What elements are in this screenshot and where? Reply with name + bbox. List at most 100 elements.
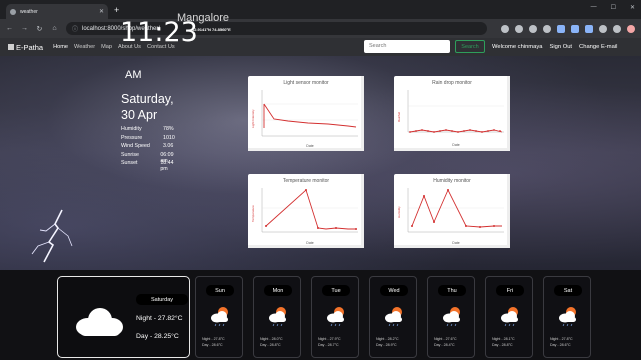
- forecast-day-temp: Day - 28.8°C: [260, 343, 281, 347]
- forecast-day-pill: Mon: [264, 285, 292, 296]
- forecast-card[interactable]: Mon Night - 28.0°C Day - 28.8°C: [253, 276, 301, 358]
- horizontal-scrollbar[interactable]: [248, 245, 364, 248]
- stat-sunrise: Sunrise 06:09 am: [121, 151, 174, 164]
- close-window-icon[interactable]: ✕: [630, 4, 635, 11]
- today-card[interactable]: Saturday Night - 27.82°C Day - 28.25°C: [57, 276, 190, 358]
- vertical-scrollbar[interactable]: [507, 174, 510, 248]
- forecast-day-temp: Day - 28.9°C: [376, 343, 397, 347]
- stat-wind-speed: Wind Speed 3.06: [121, 143, 174, 149]
- home-icon[interactable]: ⌂: [51, 25, 58, 32]
- svg-text:Humidity: Humidity: [397, 206, 401, 218]
- weather-stats: Humidity 78% Pressure 1010 Wind Speed 3.06 …: [121, 126, 181, 172]
- svg-text:Light Intensity: Light Intensity: [251, 109, 255, 128]
- extension-icon[interactable]: [556, 24, 565, 33]
- forecast-card[interactable]: Thu Night - 27.6°C Day - 28.4°C: [427, 276, 475, 358]
- search-input[interactable]: Search: [364, 40, 450, 53]
- light-chart: Light Intensity Date: [251, 90, 358, 148]
- temperature-chart: Temperature Date: [251, 188, 358, 245]
- sign-out-link[interactable]: Sign Out: [549, 44, 572, 50]
- forecast-day-temp: Day - 28.7°C: [318, 343, 339, 347]
- sidebar-icon[interactable]: [612, 24, 621, 33]
- minimize-icon[interactable]: —: [591, 4, 597, 11]
- partly-cloudy-icon: [443, 307, 460, 326]
- stat-humidity: Humidity 78%: [121, 126, 174, 132]
- forecast-day-pill: Sun: [206, 285, 234, 296]
- extension-icon[interactable]: [570, 24, 579, 33]
- today-day-temp: Day - 28.25°C: [136, 333, 179, 340]
- change-email-link[interactable]: Change E-mail: [579, 44, 617, 50]
- forecast-day-temp: Day - 28.6°C: [550, 343, 571, 347]
- today-day-pill: Saturday: [136, 294, 188, 305]
- vertical-scrollbar[interactable]: [361, 174, 364, 248]
- forecast-card[interactable]: Sun Night - 27.8°C Day - 28.6°C: [195, 276, 243, 358]
- forecast-night-temp: Night - 27.8°C: [202, 337, 225, 341]
- info-icon[interactable]: ⓘ: [72, 24, 78, 33]
- forecast-night-temp: Night - 27.6°C: [434, 337, 457, 341]
- profile-avatar[interactable]: [626, 24, 635, 33]
- horizontal-scrollbar[interactable]: [248, 148, 364, 151]
- svg-text:Temperature: Temperature: [251, 205, 255, 222]
- humidity-monitor[interactable]: Humidity Date Humidity monitor: [394, 174, 510, 248]
- forecast-day-pill: Wed: [380, 285, 408, 296]
- forecast-card[interactable]: Fri Night - 28.1°C Day - 28.8°C: [485, 276, 533, 358]
- forecast-day-pill: Tue: [322, 285, 350, 296]
- forecast-card[interactable]: Wed Night - 28.2°C Day - 28.9°C: [369, 276, 417, 358]
- forecast-night-temp: Night - 28.0°C: [260, 337, 283, 341]
- nav-weather[interactable]: Weather: [74, 44, 95, 50]
- horizontal-scrollbar[interactable]: [394, 148, 510, 151]
- coordinates: 12.9141°N 74.8560°E: [192, 27, 231, 32]
- reload-icon[interactable]: ↻: [36, 25, 43, 33]
- nav-home[interactable]: Home: [53, 44, 68, 50]
- forecast-card[interactable]: Sat Night - 27.8°C Day - 28.6°C: [543, 276, 591, 358]
- forecast-day-temp: Day - 28.4°C: [434, 343, 455, 347]
- forecast-night-temp: Night - 27.9°C: [318, 337, 341, 341]
- location-icon[interactable]: [500, 24, 509, 33]
- tab-title: weather: [20, 8, 38, 15]
- monitor-title: Humidity monitor: [433, 178, 471, 184]
- forecast-night-temp: Night - 28.1°C: [492, 337, 515, 341]
- user-links: Welcome chinmaya Sign Out Change E-mail: [492, 44, 617, 50]
- horizontal-scrollbar[interactable]: [394, 245, 510, 248]
- forward-icon[interactable]: →: [21, 25, 28, 32]
- share-icon[interactable]: [528, 24, 537, 33]
- nav-map[interactable]: Map: [101, 44, 112, 50]
- brand-name: E-Patha: [16, 42, 44, 52]
- partly-cloudy-icon: [559, 307, 576, 326]
- rain-drop-monitor[interactable]: Rainfall Date Rain drop monitor: [394, 76, 510, 151]
- partly-cloudy-icon: [501, 307, 518, 326]
- partly-cloudy-icon: [385, 307, 402, 326]
- monitor-title: Light sensor monitor: [283, 80, 329, 86]
- forecast-card[interactable]: Tue Night - 27.9°C Day - 28.7°C: [311, 276, 359, 358]
- puzzle-icon[interactable]: [598, 24, 607, 33]
- address-bar: ← → ↻ ⌂ ⓘ localhost:8000/shop/weather/: [0, 19, 641, 38]
- forecast-night-temp: Night - 28.2°C: [376, 337, 399, 341]
- vertical-scrollbar[interactable]: [361, 76, 364, 151]
- extension-icon[interactable]: [584, 24, 593, 33]
- forecast-day-temp: Day - 28.6°C: [202, 343, 223, 347]
- new-tab-icon[interactable]: +: [114, 5, 119, 15]
- maximize-icon[interactable]: ☐: [611, 4, 616, 11]
- current-day: Saturday,: [121, 92, 174, 106]
- temperature-monitor[interactable]: Temperature Date Temperature monitor: [248, 174, 364, 248]
- back-icon[interactable]: ←: [6, 25, 13, 32]
- today-night-temp: Night - 27.82°C: [136, 315, 183, 322]
- forecast-night-temp: Night - 27.8°C: [550, 337, 573, 341]
- brand-logo[interactable]: E-Patha: [8, 43, 43, 52]
- partly-cloudy-icon: [211, 307, 228, 326]
- forecast-day-pill: Thu: [438, 285, 466, 296]
- svg-text:Rainfall: Rainfall: [397, 112, 401, 122]
- browser-tab[interactable]: weather ✕: [6, 4, 108, 19]
- vertical-scrollbar[interactable]: [507, 76, 510, 151]
- cloud-icon: [76, 308, 123, 336]
- search-button[interactable]: Search: [455, 40, 485, 53]
- extensions-area: [500, 24, 635, 33]
- star-icon[interactable]: [542, 24, 551, 33]
- tab-favicon-icon: [10, 8, 16, 15]
- browser-tab-bar: weather ✕ + — ☐ ✕: [0, 0, 641, 19]
- city-name: Mangalore: [177, 12, 229, 24]
- zoom-icon[interactable]: [514, 24, 523, 33]
- close-tab-icon[interactable]: ✕: [99, 8, 104, 15]
- monitor-title: Temperature monitor: [282, 178, 330, 184]
- forecast-day-pill: Fri: [496, 285, 524, 296]
- light-sensor-monitor[interactable]: Light Intensity Date Light sensor monito…: [248, 76, 364, 151]
